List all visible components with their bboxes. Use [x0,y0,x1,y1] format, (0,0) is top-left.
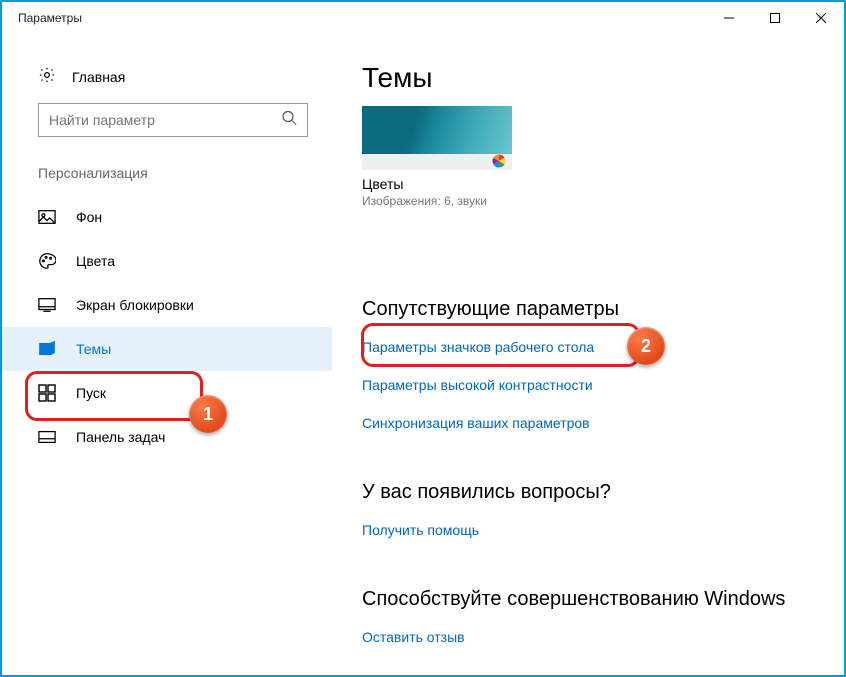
window-controls [706,2,844,34]
sidebar-item-lockscreen[interactable]: Экран блокировки [2,283,332,327]
home-button[interactable]: Главная [2,58,332,103]
start-icon [38,384,56,402]
sidebar-item-label: Панель задач [76,429,165,445]
link-feedback[interactable]: Оставить отзыв [362,629,465,645]
related-heading: Сопутствующие параметры [362,298,814,321]
sidebar-item-colors[interactable]: Цвета [2,239,332,283]
lockscreen-icon [38,296,56,314]
link-desktop-icons[interactable]: Параметры значков рабочего стола [362,339,594,355]
window-title: Параметры [10,11,82,25]
sidebar-item-label: Пуск [76,385,106,401]
search-icon [281,110,297,131]
main-panel: Темы Цветы Изображения: 6, звуки Сопутст… [332,34,844,675]
annotation-badge-2: 2 [627,327,665,365]
feedback-heading: Способствуйте совершенствованию Windows [362,588,814,611]
link-get-help[interactable]: Получить помощь [362,522,479,538]
sidebar-item-label: Фон [76,209,102,225]
sidebar-item-label: Цвета [76,253,115,269]
themes-icon [38,340,56,358]
gear-icon [38,66,56,87]
sidebar-item-taskbar[interactable]: Панель задач [2,415,332,459]
search-input[interactable] [39,104,307,136]
color-wheel-icon [492,154,506,168]
picture-icon [38,208,56,226]
link-sync-settings[interactable]: Синхронизация ваших параметров [362,415,590,431]
search-wrap [2,103,332,157]
palette-icon [38,252,56,270]
theme-name: Цветы [362,176,512,192]
sidebar-item-start[interactable]: Пуск [2,371,332,415]
sidebar-item-label: Экран блокировки [76,297,194,313]
content-area: Главная Персонализация Фон [2,34,844,675]
close-button[interactable] [798,2,844,34]
minimize-button[interactable] [706,2,752,34]
sidebar-section-label: Персонализация [2,157,332,195]
settings-window: Параметры Главная [0,0,846,677]
maximize-button[interactable] [752,2,798,34]
search-box[interactable] [38,103,308,137]
theme-thumbnail [362,106,512,170]
link-high-contrast[interactable]: Параметры высокой контрастности [362,377,593,393]
annotation-badge-1: 1 [189,395,227,433]
sidebar-item-label: Темы [76,341,111,357]
sidebar-item-themes[interactable]: Темы [2,327,332,371]
sidebar: Главная Персонализация Фон [2,34,332,675]
sidebar-item-background[interactable]: Фон [2,195,332,239]
taskbar-icon [38,428,56,446]
page-title: Темы [362,62,814,94]
theme-meta: Изображения: 6, звуки [362,194,512,208]
theme-preview[interactable]: Цветы Изображения: 6, звуки [362,106,512,208]
help-heading: У вас появились вопросы? [362,481,814,504]
home-label: Главная [72,69,125,85]
